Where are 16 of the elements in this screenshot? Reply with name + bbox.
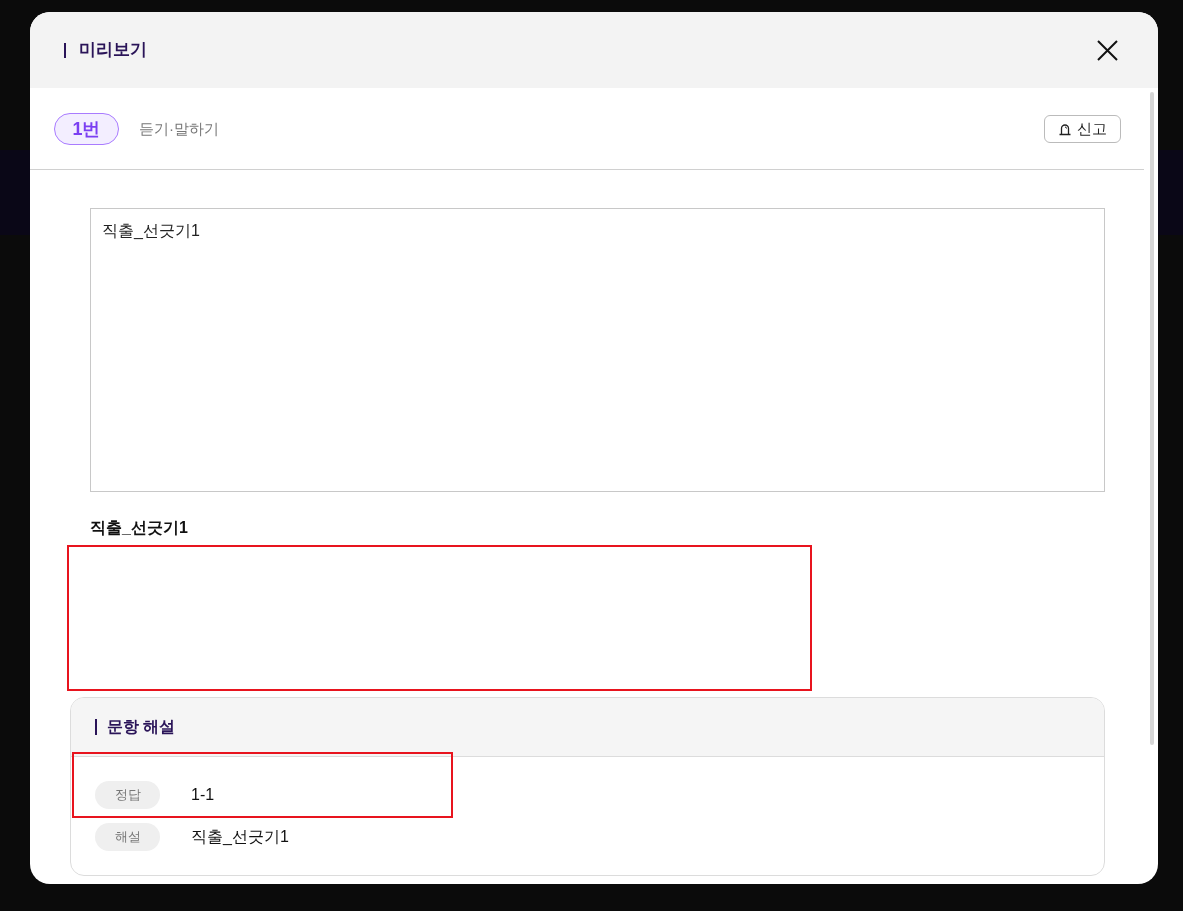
row-value: 직출_선긋기1 bbox=[191, 827, 289, 847]
scrollbar[interactable] bbox=[1150, 92, 1154, 745]
explanation-title: 문항 해설 bbox=[107, 717, 176, 737]
report-button[interactable]: 신고 bbox=[1044, 115, 1121, 143]
bell-icon bbox=[1058, 122, 1071, 136]
row-label-badge: 정답 bbox=[95, 781, 160, 809]
question-category: 듣기·말하기 bbox=[139, 118, 219, 139]
title-marker-icon bbox=[64, 42, 66, 58]
question-title: 직출_선긋기1 bbox=[90, 518, 188, 538]
row-label-badge: 해설 bbox=[95, 823, 160, 851]
question-number-badge: 1번 bbox=[54, 113, 119, 145]
passage-text: 직출_선긋기1 bbox=[102, 222, 200, 239]
title-marker-icon bbox=[95, 719, 97, 735]
row-value: 1-1 bbox=[191, 785, 215, 805]
dialog-title: 미리보기 bbox=[79, 39, 147, 61]
close-icon[interactable] bbox=[1097, 39, 1118, 61]
